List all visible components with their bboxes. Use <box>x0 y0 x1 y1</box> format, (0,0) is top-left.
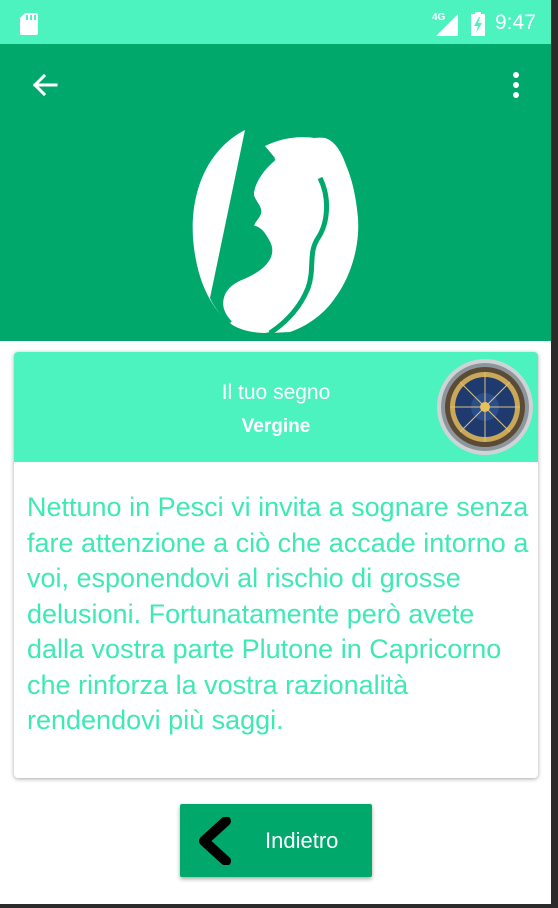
more-vert-icon[interactable] <box>506 70 526 100</box>
clock: 9:47 <box>495 11 536 34</box>
sd-card-icon <box>20 13 38 35</box>
horoscope-card: Il tuo segno Vergine Nettuno in Pesci vi… <box>14 352 538 778</box>
back-button[interactable]: Indietro <box>180 804 372 877</box>
screen-frame-right <box>551 0 558 908</box>
card-header: Il tuo segno Vergine <box>14 352 538 462</box>
status-bar: 4G 9:47 <box>0 0 551 44</box>
signal-icon <box>436 14 458 36</box>
chevron-left-icon <box>199 817 231 865</box>
zodiac-wheel-icon <box>437 359 533 455</box>
horoscope-text: Nettuno in Pesci vi invita a sognare sen… <box>27 492 529 735</box>
virgo-silhouette-image <box>192 130 359 333</box>
screen-frame-bottom <box>0 904 558 908</box>
arrow-left-icon[interactable] <box>30 70 60 100</box>
battery-charging-icon <box>471 12 485 36</box>
back-button-label: Indietro <box>265 828 339 853</box>
